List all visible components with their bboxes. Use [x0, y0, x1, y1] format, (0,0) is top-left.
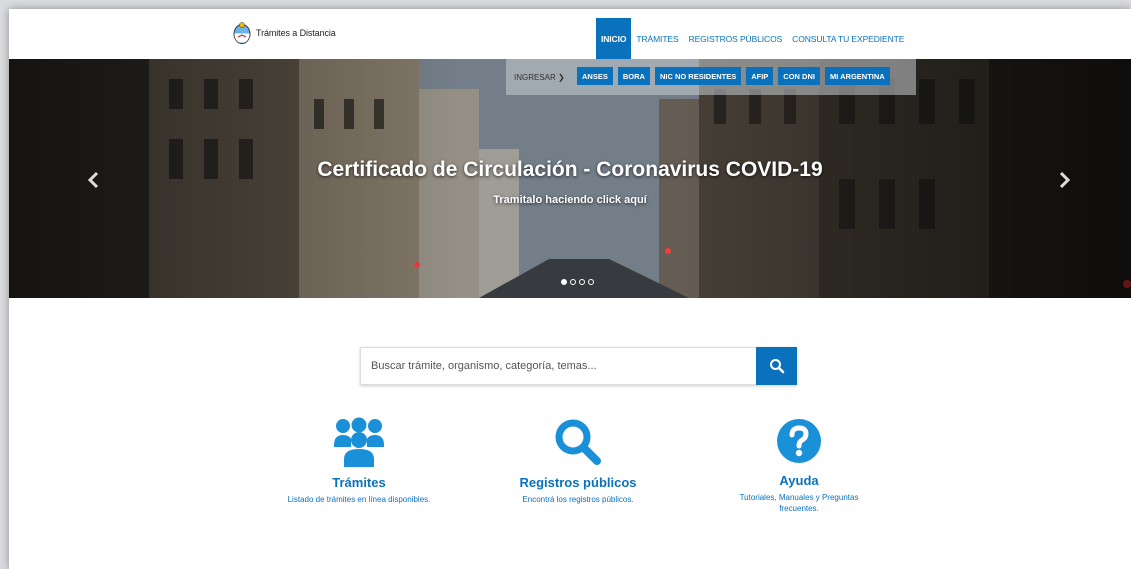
hero-carousel[interactable]: INGRESAR ❯ ANSES BORA NIC NO RESIDENTES … [9, 59, 1131, 298]
nav-consulta-expediente[interactable]: CONSULTA TU EXPEDIENTE [787, 18, 909, 59]
feature-title[interactable]: Trámites [249, 475, 469, 490]
carousel-dot[interactable] [570, 279, 576, 285]
feature-tramites[interactable]: Trámites Listado de trámites en línea di… [249, 417, 469, 505]
carousel-prev-button[interactable] [87, 169, 101, 195]
carousel-dot[interactable] [579, 279, 585, 285]
login-dni-button[interactable]: CON DNI [778, 67, 820, 85]
browser-page: Trámites a Distancia INICIO TRÁMITES REG… [9, 9, 1131, 569]
login-bora-button[interactable]: BORA [617, 67, 650, 85]
feature-title[interactable]: Ayuda [689, 473, 909, 488]
login-mi-argentina-button[interactable]: MI ARGENTINA [824, 67, 890, 85]
logo-text: Trámites a Distancia [256, 28, 336, 38]
nav-inicio[interactable]: INICIO [596, 18, 632, 59]
chevron-left-icon [87, 171, 99, 189]
argentina-shield-icon [233, 22, 251, 44]
magnifier-icon [555, 419, 601, 465]
hero-title[interactable]: Certificado de Circulación - Coronavirus… [9, 158, 1131, 182]
search-bar [360, 347, 797, 385]
users-icon [334, 417, 384, 467]
feature-title[interactable]: Registros públicos [468, 475, 688, 490]
carousel-dot[interactable] [561, 279, 567, 285]
login-nic-button[interactable]: NIC NO RESIDENTES [654, 67, 742, 85]
feature-registros-publicos[interactable]: Registros públicos Encontrá los registro… [468, 417, 688, 505]
carousel-indicators [561, 279, 594, 285]
feature-ayuda[interactable]: Ayuda Tutoriales, Manuales y Preguntas f… [689, 417, 909, 514]
carousel-next-button[interactable] [1057, 169, 1071, 195]
feature-description: Encontrá los registros públicos. [522, 495, 634, 504]
login-buttons: ANSES BORA NIC NO RESIDENTES AFIP CON DN… [577, 67, 890, 85]
main-nav: INICIO TRÁMITES REGISTROS PÚBLICOS CONSU… [596, 18, 909, 59]
hero-subtitle[interactable]: Tramitalo haciendo click aquí [9, 194, 1131, 206]
site-header: Trámites a Distancia INICIO TRÁMITES REG… [9, 9, 1131, 59]
search-icon [769, 359, 784, 374]
search-input[interactable] [360, 347, 756, 385]
carousel-dot[interactable] [588, 279, 594, 285]
chevron-right-icon [1059, 171, 1071, 189]
login-anses-button[interactable]: ANSES [577, 67, 613, 85]
question-icon [777, 419, 821, 463]
nav-registros-publicos[interactable]: REGISTROS PÚBLICOS [684, 18, 788, 59]
login-afip-button[interactable]: AFIP [746, 67, 774, 85]
nav-tramites[interactable]: TRÁMITES [631, 18, 683, 59]
site-logo[interactable]: Trámites a Distancia [233, 22, 336, 44]
feature-description: Listado de trámites en línea disponibles… [287, 495, 431, 504]
feature-description: Tutoriales, Manuales y Preguntas frecuen… [739, 493, 859, 513]
ingresar-label: INGRESAR ❯ [514, 73, 565, 82]
search-button[interactable] [756, 347, 797, 385]
